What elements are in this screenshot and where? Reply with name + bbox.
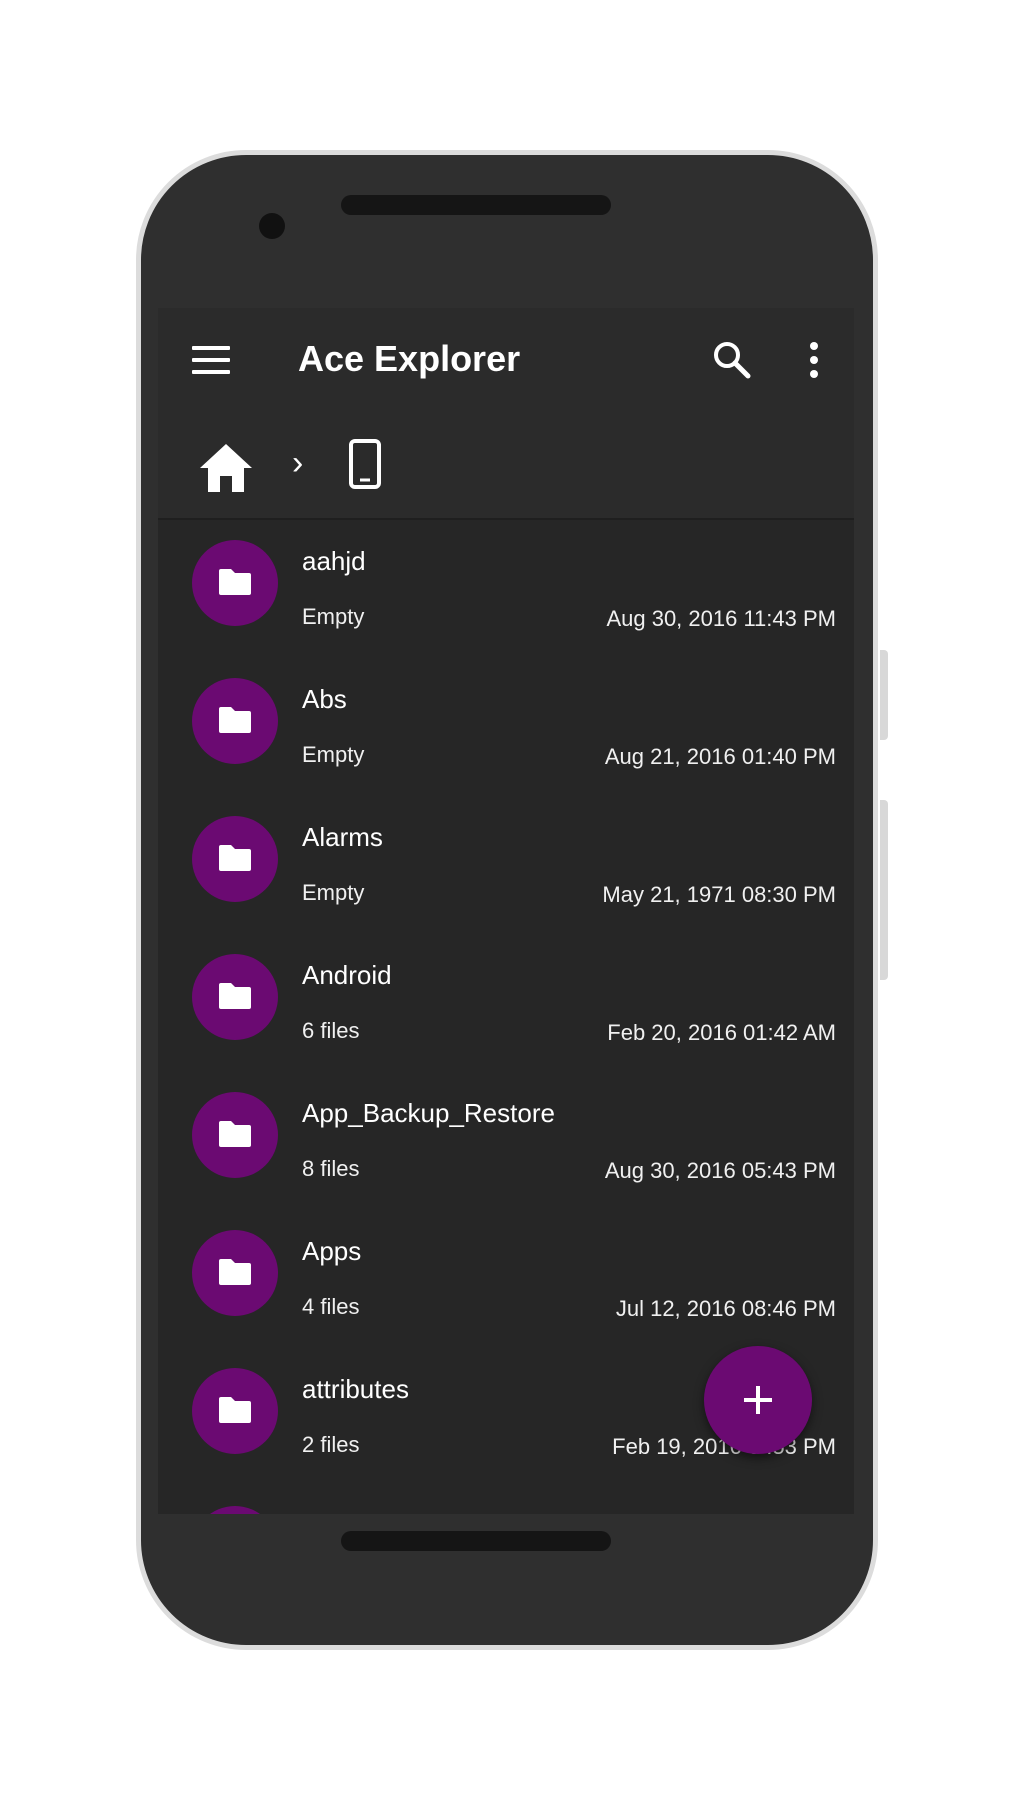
file-meta: 6 files bbox=[302, 1018, 360, 1043]
file-meta: 2 files bbox=[302, 1432, 360, 1457]
list-item[interactable]: App_Backup_Restore 8 files Aug 30, 2016 … bbox=[158, 1072, 854, 1210]
file-meta: Empty bbox=[302, 604, 365, 629]
hamburger-menu-icon[interactable] bbox=[192, 346, 232, 376]
search-icon[interactable] bbox=[708, 336, 756, 384]
add-fab-button[interactable] bbox=[704, 1346, 812, 1454]
file-date: Aug 21, 2016 01:40 PM bbox=[604, 744, 836, 769]
folder-icon bbox=[192, 1092, 278, 1178]
plus-icon bbox=[744, 1386, 772, 1414]
folder-icon bbox=[192, 1230, 278, 1316]
app-title: Ace Explorer bbox=[298, 338, 521, 379]
folder-icon bbox=[192, 954, 278, 1040]
file-meta: 4 files bbox=[302, 1294, 360, 1319]
folder-icon bbox=[192, 1506, 278, 1514]
folder-icon bbox=[192, 678, 278, 764]
file-name: aahjd bbox=[302, 546, 366, 576]
app-screen: Ace Explorer › aahjd Empty Aug 30, 2016 … bbox=[158, 308, 854, 1514]
top-speaker bbox=[341, 195, 611, 215]
file-name: Apps bbox=[302, 1236, 362, 1266]
power-button bbox=[880, 650, 888, 740]
file-name: Android bbox=[302, 960, 392, 990]
file-date: Jul 12, 2016 08:46 PM bbox=[615, 1296, 836, 1321]
file-date: Aug 30, 2016 11:43 PM bbox=[606, 606, 836, 631]
more-vertical-icon[interactable] bbox=[802, 336, 826, 384]
breadcrumb: › bbox=[158, 420, 854, 520]
file-date: Aug 30, 2016 05:43 PM bbox=[604, 1158, 836, 1183]
file-meta: 8 files bbox=[302, 1156, 360, 1181]
list-item[interactable]: Android 6 files Feb 20, 2016 01:42 AM bbox=[158, 934, 854, 1072]
file-name: App_Backup_Restore bbox=[302, 1098, 555, 1128]
list-item[interactable]: Abs Empty Aug 21, 2016 01:40 PM bbox=[158, 658, 854, 796]
file-name: attributes bbox=[302, 1374, 409, 1404]
file-date: May 21, 1971 08:30 PM bbox=[602, 882, 836, 907]
file-name: Alarms bbox=[302, 822, 383, 852]
home-icon[interactable] bbox=[198, 442, 254, 494]
file-meta: Empty bbox=[302, 880, 365, 905]
list-item[interactable]: Alarms Empty May 21, 1971 08:30 PM bbox=[158, 796, 854, 934]
file-meta: Empty bbox=[302, 742, 365, 767]
breadcrumb-separator: › bbox=[292, 444, 304, 482]
volume-button bbox=[880, 800, 888, 980]
folder-icon bbox=[192, 1368, 278, 1454]
phone-device-icon[interactable] bbox=[348, 438, 382, 490]
list-item[interactable]: aahjd Empty Aug 30, 2016 11:43 PM bbox=[158, 520, 854, 658]
app-toolbar: Ace Explorer bbox=[158, 308, 854, 420]
folder-icon bbox=[192, 540, 278, 626]
folder-icon bbox=[192, 816, 278, 902]
file-date: Feb 20, 2016 01:42 AM bbox=[607, 1020, 836, 1045]
bottom-speaker bbox=[341, 1531, 611, 1551]
list-item[interactable]: Apps 4 files Jul 12, 2016 08:46 PM bbox=[158, 1210, 854, 1348]
front-camera bbox=[259, 213, 285, 239]
file-name: Abs bbox=[302, 684, 347, 714]
list-item-partial[interactable] bbox=[158, 1486, 854, 1514]
